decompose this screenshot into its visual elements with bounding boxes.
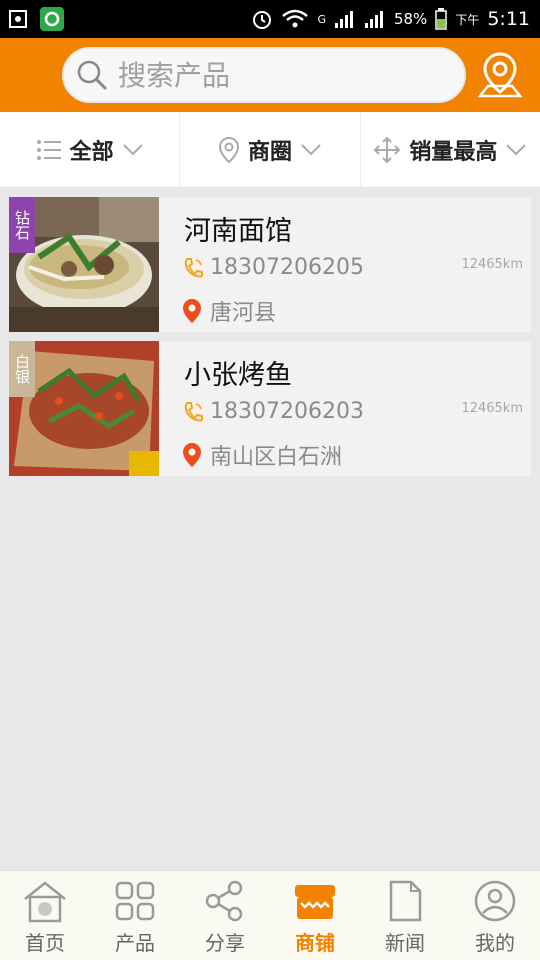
shop-icon xyxy=(295,885,335,919)
nav-products-label: 产品 xyxy=(115,931,155,955)
nav-profile[interactable]: 我的 xyxy=(450,871,540,960)
list-icon xyxy=(36,139,61,160)
user-icon xyxy=(474,880,516,922)
search-icon xyxy=(77,60,107,90)
screenshot-icon xyxy=(9,10,27,28)
document-icon xyxy=(389,880,422,922)
move-arrows-icon xyxy=(373,136,401,163)
search-bar[interactable] xyxy=(62,47,466,103)
shop-address: 南山区白石洲 xyxy=(210,445,343,470)
location-map-icon[interactable] xyxy=(476,50,524,100)
phone-icon xyxy=(184,257,203,277)
shop-phone-row[interactable]: 18307206203 xyxy=(182,399,364,424)
tier-badge-label: 钻石 xyxy=(13,210,31,240)
chevron-down-icon xyxy=(122,143,143,155)
clock: 5:11 xyxy=(487,8,530,30)
time-period: 下午 xyxy=(455,12,480,27)
list-item[interactable]: 白银 小张烤鱼 18307206203 12465km 南山区白石洲 xyxy=(9,341,531,476)
noodle-soup-photo: 钻石 xyxy=(9,197,159,332)
wifi-icon xyxy=(282,9,309,28)
location-pin-icon xyxy=(183,299,201,323)
filter-sort-label: 销量最高 xyxy=(409,139,498,165)
shop-phone: 18307206205 xyxy=(210,255,364,280)
signal-icon xyxy=(334,11,353,28)
tier-badge: 钻石 xyxy=(9,197,35,253)
chevron-down-icon xyxy=(301,143,321,155)
signal-icon xyxy=(364,11,383,28)
tier-badge: 白银 xyxy=(9,341,35,397)
tier-badge-label: 白银 xyxy=(13,354,31,384)
grid-icon xyxy=(115,881,155,921)
header xyxy=(0,38,540,112)
shop-address-row: 南山区白石洲 xyxy=(182,439,342,471)
nav-news[interactable]: 新闻 xyxy=(360,871,450,960)
shop-phone-row[interactable]: 18307206205 xyxy=(182,255,364,280)
shop-address: 唐河县 xyxy=(210,301,277,326)
app-notification-icon xyxy=(40,7,64,31)
list-item[interactable]: 钻石 河南面馆 18307206205 12465km 唐河县 xyxy=(9,197,531,332)
filter-bar: 全部 商圈 销量最高 xyxy=(0,112,540,188)
chevron-down-icon xyxy=(506,143,527,155)
bottom-nav: 首页 产品 分享 商铺 新闻 我的 xyxy=(0,870,540,960)
filter-all[interactable]: 全部 xyxy=(0,112,181,187)
grilled-fish-photo: 白银 xyxy=(9,341,159,476)
battery-icon xyxy=(435,8,448,30)
shop-name: 河南面馆 xyxy=(184,216,292,247)
shop-address-row: 唐河县 xyxy=(182,295,276,327)
phone-icon xyxy=(184,401,203,421)
alarm-icon xyxy=(253,11,272,29)
nav-shops[interactable]: 商铺 xyxy=(270,871,360,960)
shop-distance: 12465km xyxy=(461,401,523,416)
filter-all-label: 全部 xyxy=(69,139,114,165)
nav-home[interactable]: 首页 xyxy=(0,871,90,960)
shop-phone: 18307206203 xyxy=(210,399,364,424)
shop-list: 钻石 河南面馆 18307206205 12465km 唐河县 白银 小张烤鱼 … xyxy=(9,197,531,485)
nav-products[interactable]: 产品 xyxy=(90,871,180,960)
network-type-label: G xyxy=(317,12,326,26)
filter-sort[interactable]: 销量最高 xyxy=(361,112,540,187)
filter-district[interactable]: 商圈 xyxy=(180,112,361,187)
home-icon xyxy=(24,881,66,923)
shop-distance: 12465km xyxy=(461,257,523,272)
shop-name: 小张烤鱼 xyxy=(184,360,292,391)
nav-profile-label: 我的 xyxy=(475,931,515,955)
status-bar: G 58% 下午 5:11 xyxy=(0,0,540,38)
nav-shops-label: 商铺 xyxy=(295,931,335,955)
search-input[interactable] xyxy=(118,58,418,92)
share-icon xyxy=(205,880,243,922)
battery-percent: 58% xyxy=(393,10,428,28)
nav-share-label: 分享 xyxy=(205,931,245,955)
location-pin-icon xyxy=(218,136,239,163)
location-pin-icon xyxy=(183,443,201,467)
filter-district-label: 商圈 xyxy=(247,139,292,165)
nav-news-label: 新闻 xyxy=(385,931,425,955)
nav-home-label: 首页 xyxy=(25,931,65,955)
nav-share[interactable]: 分享 xyxy=(180,871,270,960)
